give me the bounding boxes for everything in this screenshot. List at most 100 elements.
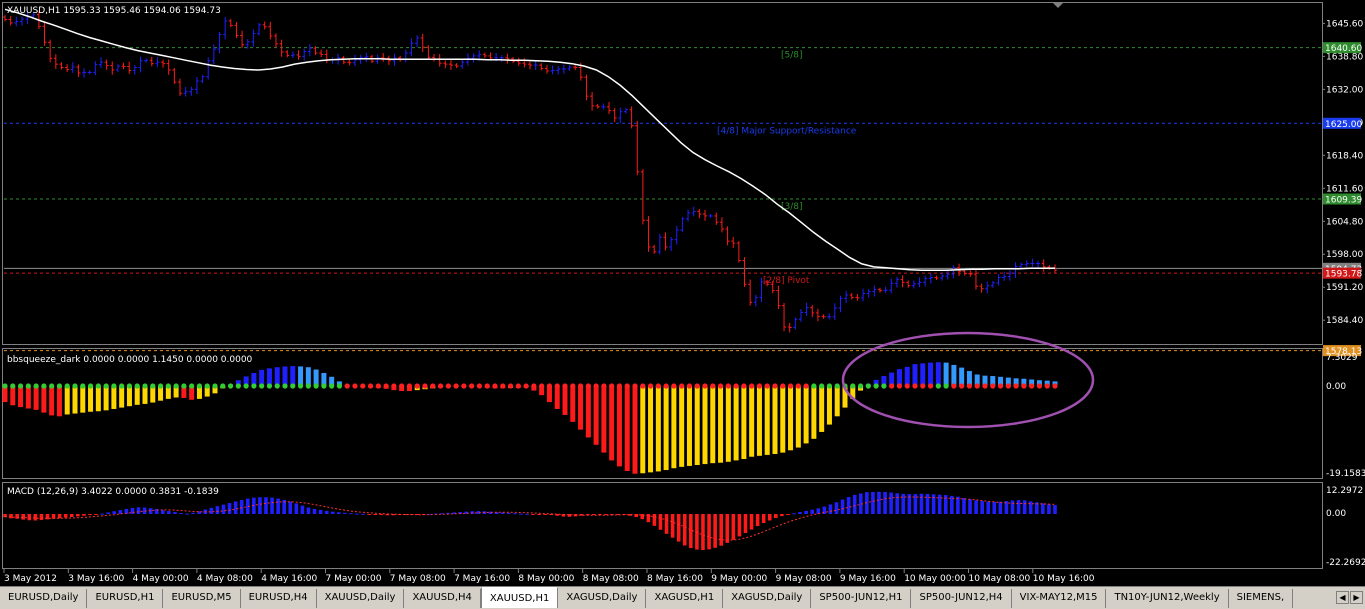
squeeze-dot xyxy=(391,383,397,389)
squeeze-dot xyxy=(500,383,506,389)
macd-bar xyxy=(215,506,220,514)
squeeze-dot xyxy=(422,383,428,389)
squeeze-dot xyxy=(546,383,553,389)
macd-bar xyxy=(513,513,517,515)
macd-bar xyxy=(209,507,214,514)
squeeze-bar xyxy=(686,386,692,466)
squeeze-dot xyxy=(655,383,661,389)
tab-tn10y-jun12-weekly[interactable]: TN10Y-JUN12,Weekly xyxy=(1106,589,1229,608)
macd-bar xyxy=(233,501,238,514)
macd-bar xyxy=(713,514,717,548)
macd-bar xyxy=(877,491,881,514)
squeeze-dot xyxy=(912,383,918,389)
squeeze-bar xyxy=(741,386,747,460)
macd-bar xyxy=(871,491,875,514)
squeeze-dot xyxy=(562,383,568,389)
tab-sp500-jun12-h1[interactable]: SP500-JUN12,H1 xyxy=(811,589,912,608)
tab-eurusd-h4[interactable]: EURUSD,H4 xyxy=(241,589,317,608)
chart-area[interactable]: [5/8] [4/8] Major Support/Resistance [3/8]… xyxy=(0,0,1365,586)
bbsqueeze-y-label: 7.3029 xyxy=(1326,353,1358,363)
squeeze-dot xyxy=(111,383,117,389)
squeeze-dot xyxy=(492,383,498,389)
macd-bar xyxy=(810,509,815,514)
macd-bar xyxy=(9,514,13,519)
level-label: [5/8] xyxy=(781,51,803,61)
tab-siemens[interactable]: SIEMENS, xyxy=(1229,589,1294,608)
x-tick-label: 9 May 08:00 xyxy=(776,574,832,584)
squeeze-dot xyxy=(414,383,420,389)
x-tick-label: 10 May 00:00 xyxy=(904,574,966,584)
bbsqueeze-frame xyxy=(2,348,1323,479)
squeeze-bar xyxy=(88,386,94,412)
squeeze-dot xyxy=(196,383,203,389)
tab-xagusd-h1[interactable]: XAGUSD,H1 xyxy=(646,589,724,608)
level-label: [4/8] Major Support/Resistance xyxy=(717,126,857,136)
squeeze-bar xyxy=(679,386,685,467)
tab-eurusd-m5[interactable]: EURUSD,M5 xyxy=(163,589,241,608)
macd-bar xyxy=(525,513,529,515)
macd-bar xyxy=(57,514,62,519)
squeeze-dot xyxy=(803,383,809,389)
macd-bar xyxy=(774,514,778,519)
squeeze-dot xyxy=(507,383,514,389)
squeeze-bar xyxy=(119,386,125,408)
squeeze-bar xyxy=(764,386,770,455)
squeeze-bar xyxy=(772,386,778,454)
squeeze-bar xyxy=(601,386,607,453)
tab-xauusd-h1[interactable]: XAUUSD,H1 xyxy=(480,587,559,608)
macd-bar xyxy=(701,514,705,550)
macd-bar xyxy=(258,497,262,514)
tab-xagusd-daily[interactable]: XAGUSD,Daily xyxy=(558,589,647,608)
squeeze-dot xyxy=(749,383,755,389)
macd-y-label: 12.2972 xyxy=(1326,486,1363,496)
tab-scroll-right-icon[interactable]: ▶ xyxy=(1350,591,1363,604)
squeeze-bar xyxy=(142,386,148,404)
squeeze-dot xyxy=(857,383,864,389)
squeeze-bar xyxy=(632,386,638,474)
macd-bar xyxy=(264,497,268,514)
squeeze-dot xyxy=(756,383,763,389)
squeeze-dot xyxy=(570,383,576,389)
tab-sp500-jun12-h4[interactable]: SP500-JUN12,H4 xyxy=(911,589,1012,608)
tab-xauusd-h4[interactable]: XAUUSD,H4 xyxy=(404,589,481,608)
macd-bar xyxy=(300,505,305,514)
squeeze-dot xyxy=(982,383,988,389)
macd-y-label: -22.2692 xyxy=(1326,558,1365,568)
squeeze-dot xyxy=(826,383,833,389)
squeeze-dot xyxy=(1029,383,1035,389)
squeeze-dot xyxy=(49,383,55,389)
squeeze-dot xyxy=(321,383,327,389)
tab-eurusd-daily[interactable]: EURUSD,Daily xyxy=(0,589,88,608)
squeeze-dot xyxy=(997,383,1004,389)
squeeze-bar xyxy=(305,367,311,386)
macd-bar xyxy=(379,514,384,516)
macd-bar xyxy=(780,514,784,517)
tab-scroll-left-icon[interactable]: ◀ xyxy=(1336,591,1349,604)
macd-bar xyxy=(324,510,329,514)
macd-bar xyxy=(834,502,839,514)
macd-bar xyxy=(531,514,535,515)
squeeze-dot xyxy=(103,383,109,389)
squeeze-bar xyxy=(935,362,941,386)
tab-vix-may12-m15[interactable]: VIX-MAY12,M15 xyxy=(1012,589,1107,608)
squeeze-dot xyxy=(445,383,451,389)
macd-bar xyxy=(112,511,117,514)
squeeze-bar xyxy=(725,386,731,462)
main-chart-frame xyxy=(2,2,1323,345)
tab-xauusd-daily[interactable]: XAUUSD,Daily xyxy=(317,589,405,608)
macd-bar xyxy=(883,491,887,514)
tab-eurusd-h1[interactable]: EURUSD,H1 xyxy=(87,589,164,608)
x-tick-label: 7 May 08:00 xyxy=(390,574,446,584)
squeeze-dot xyxy=(461,383,467,389)
squeeze-dot xyxy=(772,383,778,389)
squeeze-bar xyxy=(904,366,910,386)
squeeze-dot xyxy=(430,383,436,389)
squeeze-dot xyxy=(56,383,63,389)
squeeze-dot xyxy=(927,383,934,389)
squeeze-bar xyxy=(640,386,646,474)
macd-bar xyxy=(755,514,760,527)
squeeze-dot xyxy=(1036,383,1043,389)
macd-bar xyxy=(239,499,244,514)
tab-xagusd-daily[interactable]: XAGUSD,Daily xyxy=(723,589,812,608)
squeeze-dot xyxy=(383,383,389,389)
